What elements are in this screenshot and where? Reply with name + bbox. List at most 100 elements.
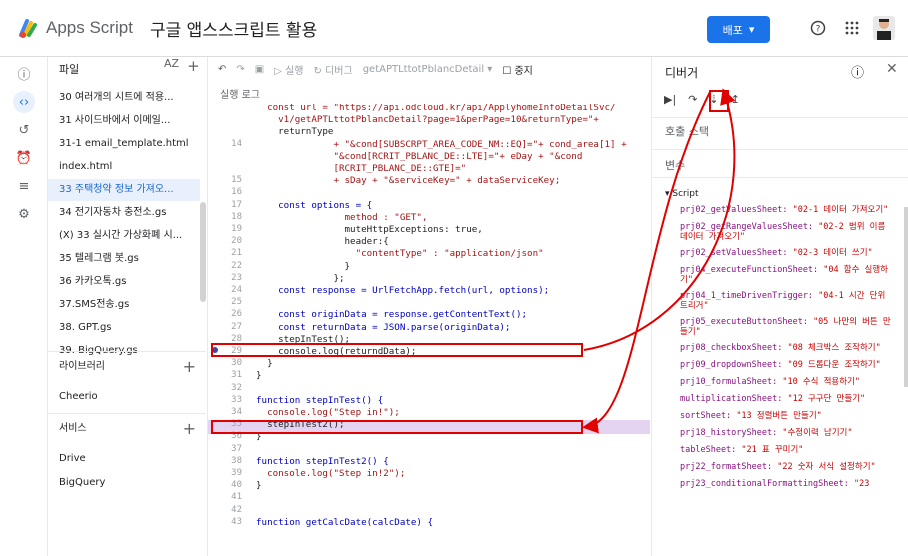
code-line[interactable]: muteHttpExceptions: true,	[256, 224, 483, 235]
undo-icon[interactable]: ↶	[218, 64, 226, 75]
avatar[interactable]	[873, 16, 895, 40]
variable-row[interactable]: prj05_executeButtonSheet: "05 나만의 버튼 만들기…	[680, 317, 895, 337]
code-line[interactable]: [RCRIT_PBLANC_DE::GTE]="	[256, 163, 466, 174]
code-line[interactable]: console.log("Step in!");	[256, 407, 400, 418]
variable-row[interactable]: prj02_setValuesSheet: "02-3 데이터 쓰기"	[680, 248, 895, 258]
file-item[interactable]: 33 주택청약 정보 가져오...	[48, 179, 200, 201]
debug-button[interactable]: ↻ 디버그	[314, 62, 353, 77]
variable-row[interactable]: prj23_conditionalFormattingSheet: "23	[680, 479, 895, 489]
line-number[interactable]: 21	[208, 248, 242, 258]
code-line[interactable]: "contentType" : "application/json"	[256, 248, 544, 259]
code-line[interactable]: }	[256, 370, 262, 381]
files-scrollbar[interactable]	[200, 202, 206, 302]
file-item[interactable]: 34 전기자동차 충전소.gs	[48, 202, 200, 224]
executions-icon[interactable]: ≡	[13, 175, 35, 197]
add-library-icon[interactable]: +	[183, 352, 196, 382]
line-number[interactable]: 30	[208, 358, 242, 368]
call-stack-label[interactable]: 호출 스택	[665, 123, 709, 139]
variable-row[interactable]: prj08_checkboxSheet: "08 체크박스 조작하기"	[680, 343, 895, 353]
help-icon[interactable]: ⓘ	[851, 62, 864, 81]
code-line[interactable]: }	[256, 358, 273, 369]
file-item[interactable]: 36 카카오톡.gs	[48, 271, 200, 293]
settings-icon[interactable]: ⚙	[13, 203, 35, 225]
code-line[interactable]: + sDay + "&serviceKey=" + dataServiceKey…	[256, 175, 560, 186]
variable-row[interactable]: prj04_1_timeDrivenTrigger: "04-1 시간 단위 트…	[680, 291, 895, 311]
line-number[interactable]: 38	[208, 456, 242, 466]
file-item[interactable]: index.html	[48, 156, 200, 178]
line-number[interactable]: 26	[208, 309, 242, 319]
code-line[interactable]: const originData = response.getContentTe…	[256, 309, 527, 320]
line-number[interactable]: 39	[208, 468, 242, 478]
code-line[interactable]: function getCalcDate(calcDate) {	[256, 517, 433, 528]
line-number[interactable]: 32	[208, 383, 242, 393]
code-line[interactable]: + "&cond[SUBSCRPT_AREA_CODE_NM::EQ]="+ c…	[256, 139, 626, 150]
resume-icon[interactable]: ▶|	[664, 93, 676, 106]
file-item[interactable]: 38. GPT.gs	[48, 317, 200, 339]
line-number[interactable]: 37	[208, 444, 242, 454]
line-number[interactable]: 20	[208, 236, 242, 246]
line-number[interactable]: 25	[208, 297, 242, 307]
line-number[interactable]: 18	[208, 212, 242, 222]
redo-icon[interactable]: ↷	[236, 64, 244, 75]
apps-grid-icon[interactable]	[842, 18, 862, 38]
file-item[interactable]: 37.SMS전송.gs	[48, 294, 200, 316]
service-item[interactable]: Drive	[59, 453, 86, 464]
variable-row[interactable]: prj02_getRangeValuesSheet: "02-2 범위 이름 데…	[680, 222, 895, 242]
code-line[interactable]: header:{	[256, 236, 389, 247]
line-number[interactable]: 22	[208, 261, 242, 271]
code-line[interactable]: const returnData = JSON.parse(originData…	[256, 322, 510, 333]
code-line[interactable]: method : "GET",	[256, 212, 428, 223]
code-line[interactable]: returnType	[256, 126, 333, 137]
project-title[interactable]: 구글 앱스스크립트 활용	[150, 16, 317, 41]
execution-log-button[interactable]: 실행 로그	[220, 86, 260, 101]
code-line[interactable]: function stepInTest() {	[256, 395, 383, 406]
line-number[interactable]: 34	[208, 407, 242, 417]
variable-row[interactable]: tableSheet: "21 표 꾸미기"	[680, 445, 895, 455]
code-line[interactable]: "&cond[RCRIT_PBLANC_DE::LTE]="+ eDay + "…	[256, 151, 582, 162]
line-number[interactable]: 14	[208, 139, 242, 149]
file-item[interactable]: 31 사이드바에서 이메일...	[48, 110, 200, 132]
library-item[interactable]: Cheerio	[59, 391, 98, 402]
service-item[interactable]: BigQuery	[59, 477, 105, 488]
line-number[interactable]: 24	[208, 285, 242, 295]
code-line[interactable]: console.log("Step in!2");	[256, 468, 405, 479]
code-icon[interactable]: ‹›	[13, 91, 35, 113]
run-button[interactable]: ▷ 실행	[274, 62, 303, 77]
add-service-icon[interactable]: +	[183, 414, 196, 444]
code-line[interactable]: const url = "https://api.odcloud.kr/api/…	[256, 104, 615, 113]
code-line[interactable]: const response = UrlFetchApp.fetch(url, …	[256, 285, 549, 296]
code-line[interactable]: function stepInTest2() {	[256, 456, 389, 467]
variable-row[interactable]: multiplicationSheet: "12 구구단 만들기"	[680, 394, 895, 404]
file-item[interactable]: 35 텔레그램 봇.gs	[48, 248, 200, 270]
function-select[interactable]: getAPTLttotPblancDetail ▾	[363, 64, 493, 75]
code-line[interactable]: const options = {	[256, 200, 372, 211]
file-item[interactable]: 31-1 email_template.html	[48, 133, 200, 155]
deploy-button[interactable]: 배포 ▾	[707, 16, 770, 43]
variable-row[interactable]: prj09_dropdownSheet: "09 드롭다운 조작하기"	[680, 360, 895, 370]
stop-button[interactable]: ☐ 중지	[502, 62, 533, 77]
code-line[interactable]: }	[256, 261, 351, 272]
line-number[interactable]: 27	[208, 322, 242, 332]
file-item[interactable]: (X) 33 실시간 가상화폐 시...	[48, 225, 200, 247]
variables-label[interactable]: 변수	[665, 157, 685, 173]
code-line[interactable]: v1/getAPTLttotPblancDetail?page=1&perPag…	[256, 114, 599, 125]
line-number[interactable]: 42	[208, 505, 242, 515]
info-icon[interactable]: ⓘ	[13, 62, 35, 84]
line-number[interactable]: 43	[208, 517, 242, 527]
variable-row[interactable]: prj02_getValuesSheet: "02-1 데이터 가져오기"	[680, 205, 895, 215]
add-file-icon[interactable]: +	[187, 57, 200, 75]
line-number[interactable]: 23	[208, 273, 242, 283]
variable-row[interactable]: prj04_executeFunctionSheet: "04 함수 실행하기"	[680, 265, 895, 285]
sort-icon[interactable]: AZ	[164, 57, 179, 75]
script-scope[interactable]: ▾ Script	[665, 189, 699, 199]
variable-row[interactable]: prj18_historySheet: "수정이력 남기기"	[680, 428, 895, 438]
close-icon[interactable]: ✕	[886, 61, 898, 77]
line-number[interactable]: 16	[208, 187, 242, 197]
line-number[interactable]: 33	[208, 395, 242, 405]
file-item[interactable]: 30 여러개의 시트에 적용...	[48, 87, 200, 109]
save-icon[interactable]: ▣	[255, 64, 264, 75]
step-out-icon[interactable]: ↥	[731, 93, 740, 106]
line-number[interactable]: 41	[208, 492, 242, 502]
line-number[interactable]: 31	[208, 370, 242, 380]
variable-row[interactable]: prj22_formatSheet: "22 숫자 서식 설정하기"	[680, 462, 895, 472]
